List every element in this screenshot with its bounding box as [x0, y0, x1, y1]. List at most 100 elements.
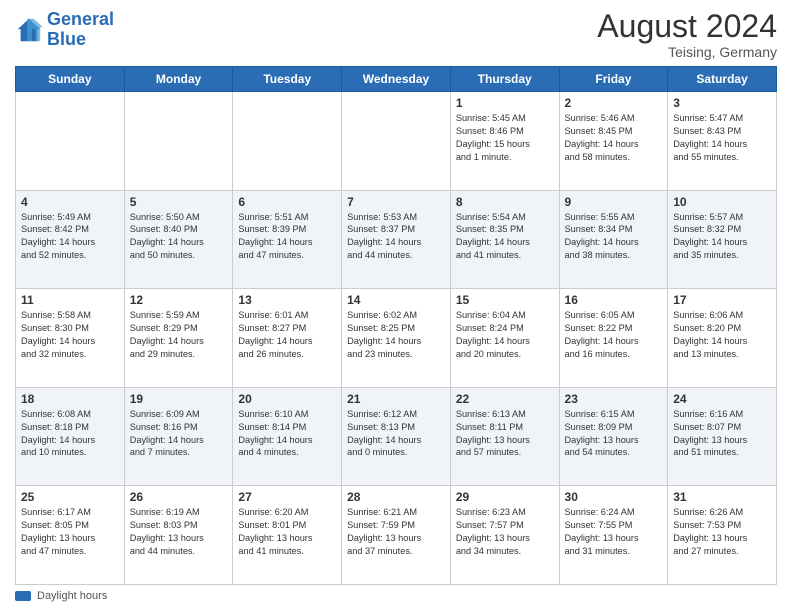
calendar-cell: 9Sunrise: 5:55 AM Sunset: 8:34 PM Daylig…: [559, 190, 668, 289]
header: General Blue August 2024 Teising, German…: [15, 10, 777, 60]
day-info: Sunrise: 6:13 AM Sunset: 8:11 PM Dayligh…: [456, 408, 554, 460]
day-info: Sunrise: 5:47 AM Sunset: 8:43 PM Dayligh…: [673, 112, 771, 164]
day-info: Sunrise: 6:12 AM Sunset: 8:13 PM Dayligh…: [347, 408, 445, 460]
day-info: Sunrise: 5:54 AM Sunset: 8:35 PM Dayligh…: [456, 211, 554, 263]
calendar-header-friday: Friday: [559, 67, 668, 92]
day-number: 21: [347, 392, 445, 406]
day-number: 4: [21, 195, 119, 209]
logo-line2: Blue: [47, 29, 86, 49]
calendar-cell: 20Sunrise: 6:10 AM Sunset: 8:14 PM Dayli…: [233, 387, 342, 486]
calendar-header-thursday: Thursday: [450, 67, 559, 92]
day-info: Sunrise: 6:04 AM Sunset: 8:24 PM Dayligh…: [456, 309, 554, 361]
calendar-header-row: SundayMondayTuesdayWednesdayThursdayFrid…: [16, 67, 777, 92]
calendar-week-4: 18Sunrise: 6:08 AM Sunset: 8:18 PM Dayli…: [16, 387, 777, 486]
day-info: Sunrise: 6:08 AM Sunset: 8:18 PM Dayligh…: [21, 408, 119, 460]
day-number: 1: [456, 96, 554, 110]
day-info: Sunrise: 6:01 AM Sunset: 8:27 PM Dayligh…: [238, 309, 336, 361]
calendar-cell: 18Sunrise: 6:08 AM Sunset: 8:18 PM Dayli…: [16, 387, 125, 486]
calendar-cell: 2 Sunrise: 5:46 AM Sunset: 8:45 PM Daylig…: [559, 92, 668, 191]
day-info: Sunrise: 6:15 AM Sunset: 8:09 PM Dayligh…: [565, 408, 663, 460]
day-number: 5: [130, 195, 228, 209]
day-number: 17: [673, 293, 771, 307]
calendar-cell: [233, 92, 342, 191]
day-info: Sunrise: 6:02 AM Sunset: 8:25 PM Dayligh…: [347, 309, 445, 361]
calendar-cell: 21 Sunrise: 6:12 AM Sunset: 8:13 PM Dayli…: [342, 387, 451, 486]
day-number: 2: [565, 96, 663, 110]
calendar-header-tuesday: Tuesday: [233, 67, 342, 92]
footer-legend: Daylight hours: [37, 590, 107, 602]
calendar-week-5: 25 Sunrise: 6:17 AM Sunset: 8:05 PM Dayli…: [16, 486, 777, 585]
day-number: 23: [565, 392, 663, 406]
day-info: Sunrise: 6:20 AM Sunset: 8:01 PM Dayligh…: [238, 506, 336, 558]
calendar-cell: 17 Sunrise: 6:06 AM Sunset: 8:20 PM Dayli…: [668, 289, 777, 388]
calendar-cell: 1Sunrise: 5:45 AM Sunset: 8:46 PM Daylig…: [450, 92, 559, 191]
calendar-cell: 13 Sunrise: 6:01 AM Sunset: 8:27 PM Dayli…: [233, 289, 342, 388]
day-info: Sunrise: 6:05 AM Sunset: 8:22 PM Dayligh…: [565, 309, 663, 361]
calendar-cell: 31 Sunrise: 6:26 AM Sunset: 7:53 PM Dayli…: [668, 486, 777, 585]
calendar-cell: [342, 92, 451, 191]
day-number: 10: [673, 195, 771, 209]
day-info: Sunrise: 5:58 AM Sunset: 8:30 PM Dayligh…: [21, 309, 119, 361]
day-number: 19: [130, 392, 228, 406]
footer: Daylight hours: [15, 590, 777, 602]
day-number: 26: [130, 490, 228, 504]
day-number: 16: [565, 293, 663, 307]
calendar-cell: [124, 92, 233, 191]
day-info: Sunrise: 5:57 AM Sunset: 8:32 PM Dayligh…: [673, 211, 771, 263]
calendar-header-monday: Monday: [124, 67, 233, 92]
page: General Blue August 2024 Teising, German…: [0, 0, 792, 612]
logo-icon: [15, 16, 43, 44]
day-number: 22: [456, 392, 554, 406]
calendar-cell: 16 Sunrise: 6:05 AM Sunset: 8:22 PM Dayli…: [559, 289, 668, 388]
calendar-cell: 24 Sunrise: 6:16 AM Sunset: 8:07 PM Dayli…: [668, 387, 777, 486]
day-number: 11: [21, 293, 119, 307]
calendar-cell: [16, 92, 125, 191]
logo-text: General Blue: [47, 10, 114, 50]
day-number: 28: [347, 490, 445, 504]
calendar-cell: 4 Sunrise: 5:49 AM Sunset: 8:42 PM Daylig…: [16, 190, 125, 289]
logo: General Blue: [15, 10, 114, 50]
day-info: Sunrise: 6:16 AM Sunset: 8:07 PM Dayligh…: [673, 408, 771, 460]
day-number: 7: [347, 195, 445, 209]
day-info: Sunrise: 6:26 AM Sunset: 7:53 PM Dayligh…: [673, 506, 771, 558]
calendar-cell: 27Sunrise: 6:20 AM Sunset: 8:01 PM Dayli…: [233, 486, 342, 585]
day-info: Sunrise: 5:46 AM Sunset: 8:45 PM Dayligh…: [565, 112, 663, 164]
day-info: Sunrise: 5:55 AM Sunset: 8:34 PM Dayligh…: [565, 211, 663, 263]
day-info: Sunrise: 6:06 AM Sunset: 8:20 PM Dayligh…: [673, 309, 771, 361]
day-number: 15: [456, 293, 554, 307]
day-number: 30: [565, 490, 663, 504]
calendar-cell: 11 Sunrise: 5:58 AM Sunset: 8:30 PM Dayli…: [16, 289, 125, 388]
calendar-cell: 14Sunrise: 6:02 AM Sunset: 8:25 PM Dayli…: [342, 289, 451, 388]
day-number: 13: [238, 293, 336, 307]
day-number: 31: [673, 490, 771, 504]
calendar-header-saturday: Saturday: [668, 67, 777, 92]
calendar-cell: 8 Sunrise: 5:54 AM Sunset: 8:35 PM Daylig…: [450, 190, 559, 289]
day-info: Sunrise: 5:49 AM Sunset: 8:42 PM Dayligh…: [21, 211, 119, 263]
day-number: 8: [456, 195, 554, 209]
calendar-cell: 23 Sunrise: 6:15 AM Sunset: 8:09 PM Dayli…: [559, 387, 668, 486]
calendar-header-wednesday: Wednesday: [342, 67, 451, 92]
calendar-cell: 7 Sunrise: 5:53 AM Sunset: 8:37 PM Daylig…: [342, 190, 451, 289]
day-info: Sunrise: 6:09 AM Sunset: 8:16 PM Dayligh…: [130, 408, 228, 460]
calendar-cell: 5 Sunrise: 5:50 AM Sunset: 8:40 PM Daylig…: [124, 190, 233, 289]
day-number: 24: [673, 392, 771, 406]
calendar-cell: 28Sunrise: 6:21 AM Sunset: 7:59 PM Dayli…: [342, 486, 451, 585]
day-number: 29: [456, 490, 554, 504]
day-number: 25: [21, 490, 119, 504]
day-info: Sunrise: 6:19 AM Sunset: 8:03 PM Dayligh…: [130, 506, 228, 558]
day-info: Sunrise: 5:53 AM Sunset: 8:37 PM Dayligh…: [347, 211, 445, 263]
calendar-cell: 26 Sunrise: 6:19 AM Sunset: 8:03 PM Dayli…: [124, 486, 233, 585]
day-info: Sunrise: 5:50 AM Sunset: 8:40 PM Dayligh…: [130, 211, 228, 263]
day-info: Sunrise: 6:10 AM Sunset: 8:14 PM Dayligh…: [238, 408, 336, 460]
day-info: Sunrise: 6:17 AM Sunset: 8:05 PM Dayligh…: [21, 506, 119, 558]
day-number: 3: [673, 96, 771, 110]
calendar-table: SundayMondayTuesdayWednesdayThursdayFrid…: [15, 66, 777, 585]
day-info: Sunrise: 5:59 AM Sunset: 8:29 PM Dayligh…: [130, 309, 228, 361]
calendar-week-2: 4 Sunrise: 5:49 AM Sunset: 8:42 PM Daylig…: [16, 190, 777, 289]
location: Teising, Germany: [597, 44, 777, 60]
day-number: 6: [238, 195, 336, 209]
day-info: Sunrise: 6:23 AM Sunset: 7:57 PM Dayligh…: [456, 506, 554, 558]
calendar-week-1: 1Sunrise: 5:45 AM Sunset: 8:46 PM Daylig…: [16, 92, 777, 191]
day-number: 12: [130, 293, 228, 307]
day-info: Sunrise: 6:24 AM Sunset: 7:55 PM Dayligh…: [565, 506, 663, 558]
